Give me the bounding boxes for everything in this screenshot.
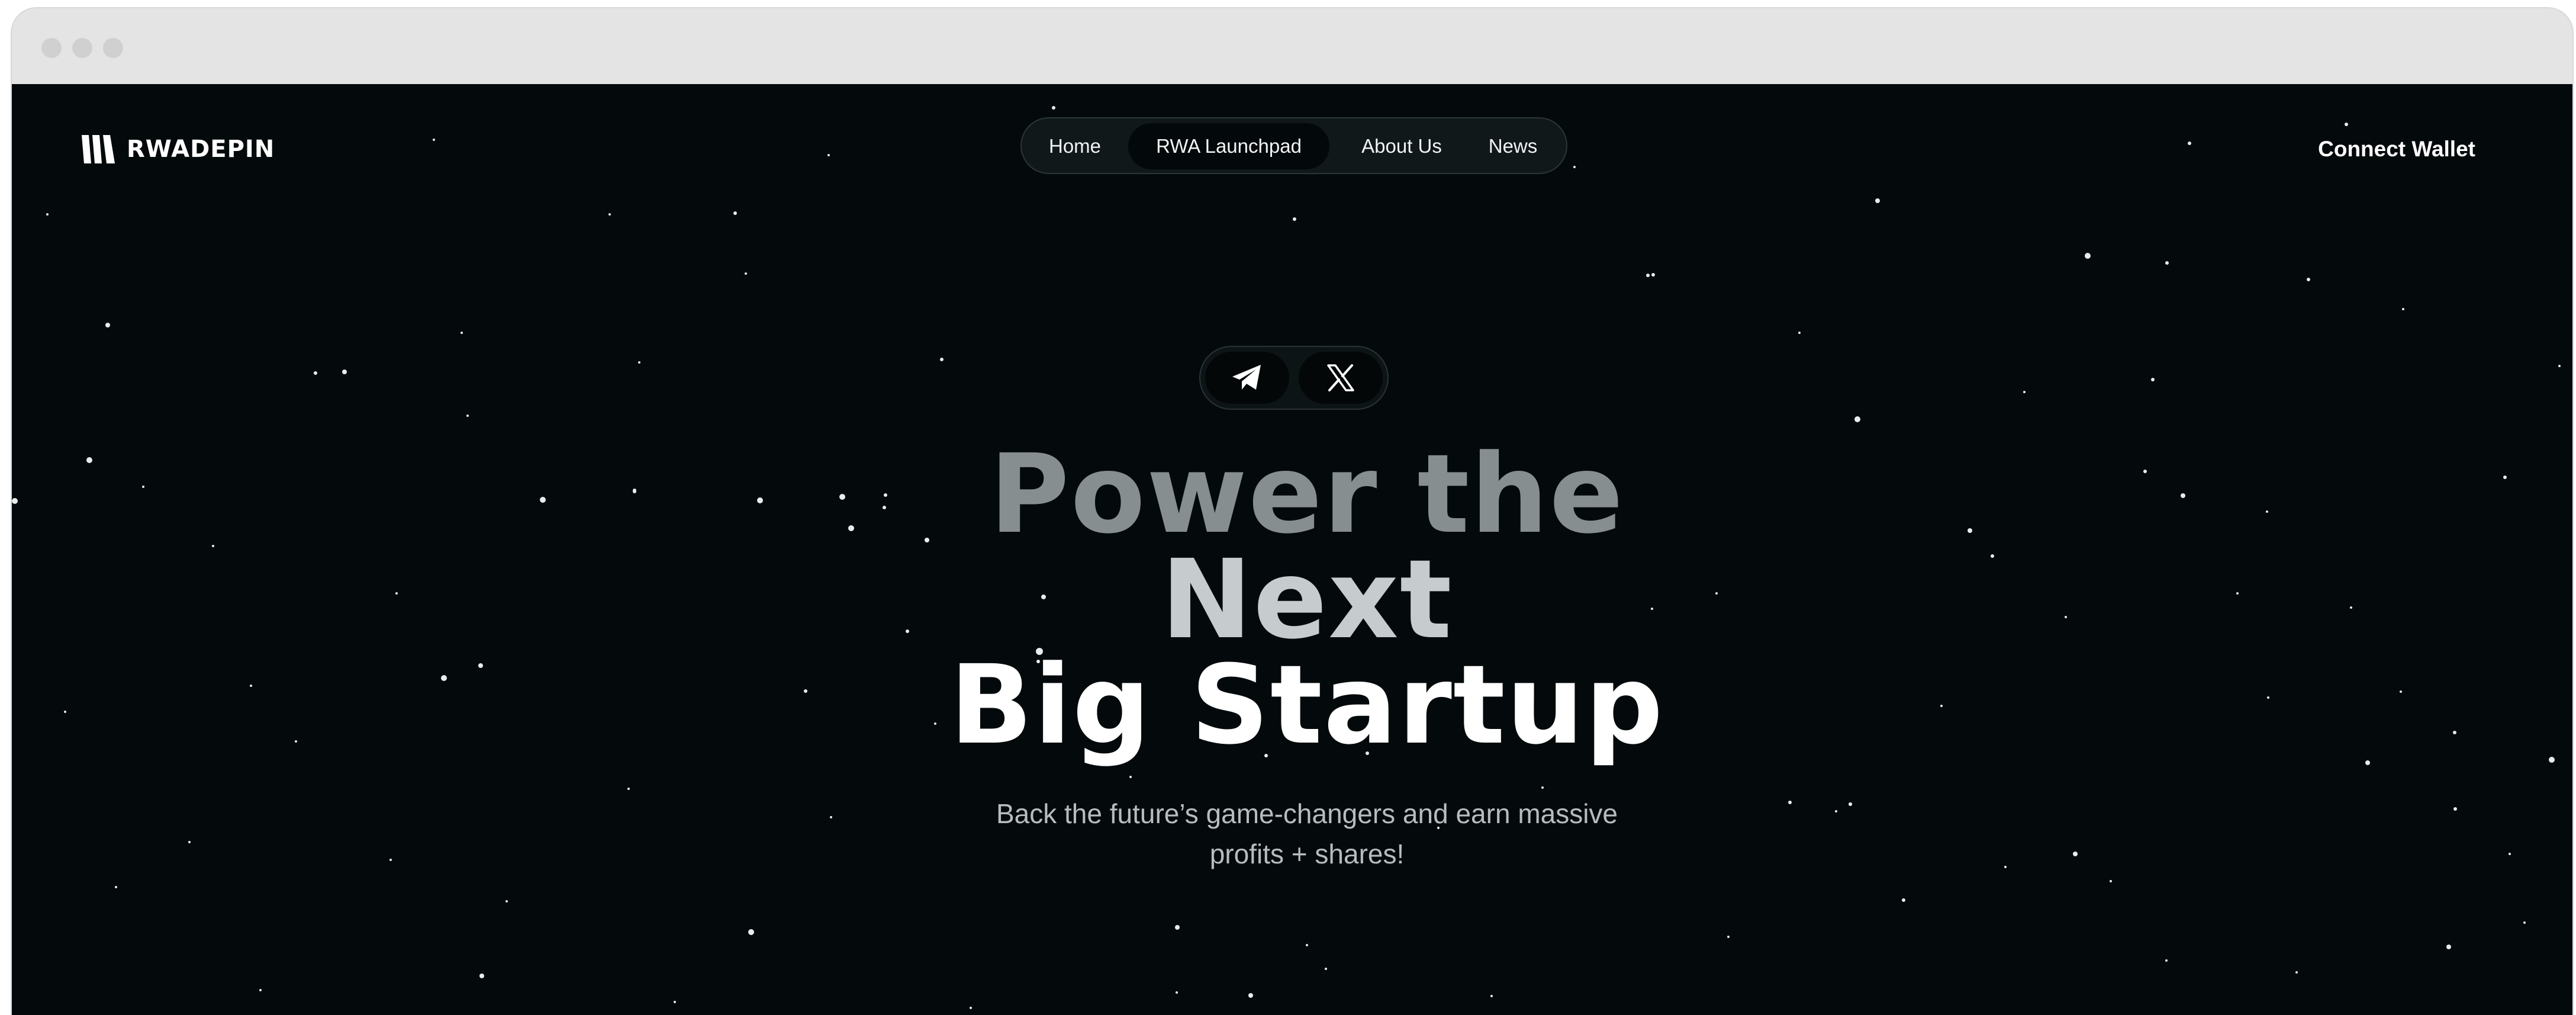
hero-subtitle: Back the future’s game-changers and earn… — [945, 794, 1669, 874]
nav-item-home[interactable]: Home — [1036, 123, 1114, 169]
hero-subtitle-line-1: Back the future’s game-changers and earn… — [996, 798, 1618, 829]
nav-item-news[interactable]: News — [1473, 123, 1553, 169]
main-nav: Home RWA Launchpad About Us News — [1020, 117, 1567, 174]
nav-item-about-us[interactable]: About Us — [1341, 123, 1462, 169]
browser-window: RWADEPIN Home RWA Launchpad About Us New… — [12, 8, 2572, 1015]
brand-mark-icon — [82, 135, 115, 163]
page-viewport: RWADEPIN Home RWA Launchpad About Us New… — [12, 84, 2572, 1015]
telegram-icon — [1232, 365, 1261, 390]
window-minimize-dot[interactable] — [72, 38, 92, 58]
nav-item-rwa-launchpad[interactable]: RWA Launchpad — [1128, 123, 1329, 169]
window-close-dot[interactable] — [41, 38, 62, 58]
connect-wallet-button[interactable]: Connect Wallet — [2318, 133, 2475, 166]
social-links — [1199, 346, 1389, 410]
hero-headline-line-3: Big Startup — [949, 642, 1664, 769]
hero-subtitle-line-2: profits + shares! — [1209, 839, 1405, 869]
hero-headline-line-1: Power the — [989, 431, 1625, 558]
window-maximize-dot[interactable] — [103, 38, 123, 58]
browser-titlebar — [12, 8, 2572, 84]
brand-name: RWADEPIN — [127, 136, 275, 163]
x-button[interactable] — [1299, 352, 1383, 404]
hero-headline-line-2: Next — [1161, 537, 1453, 663]
brand-logo[interactable]: RWADEPIN — [82, 133, 275, 166]
x-icon — [1327, 364, 1354, 391]
telegram-button[interactable] — [1205, 352, 1289, 404]
